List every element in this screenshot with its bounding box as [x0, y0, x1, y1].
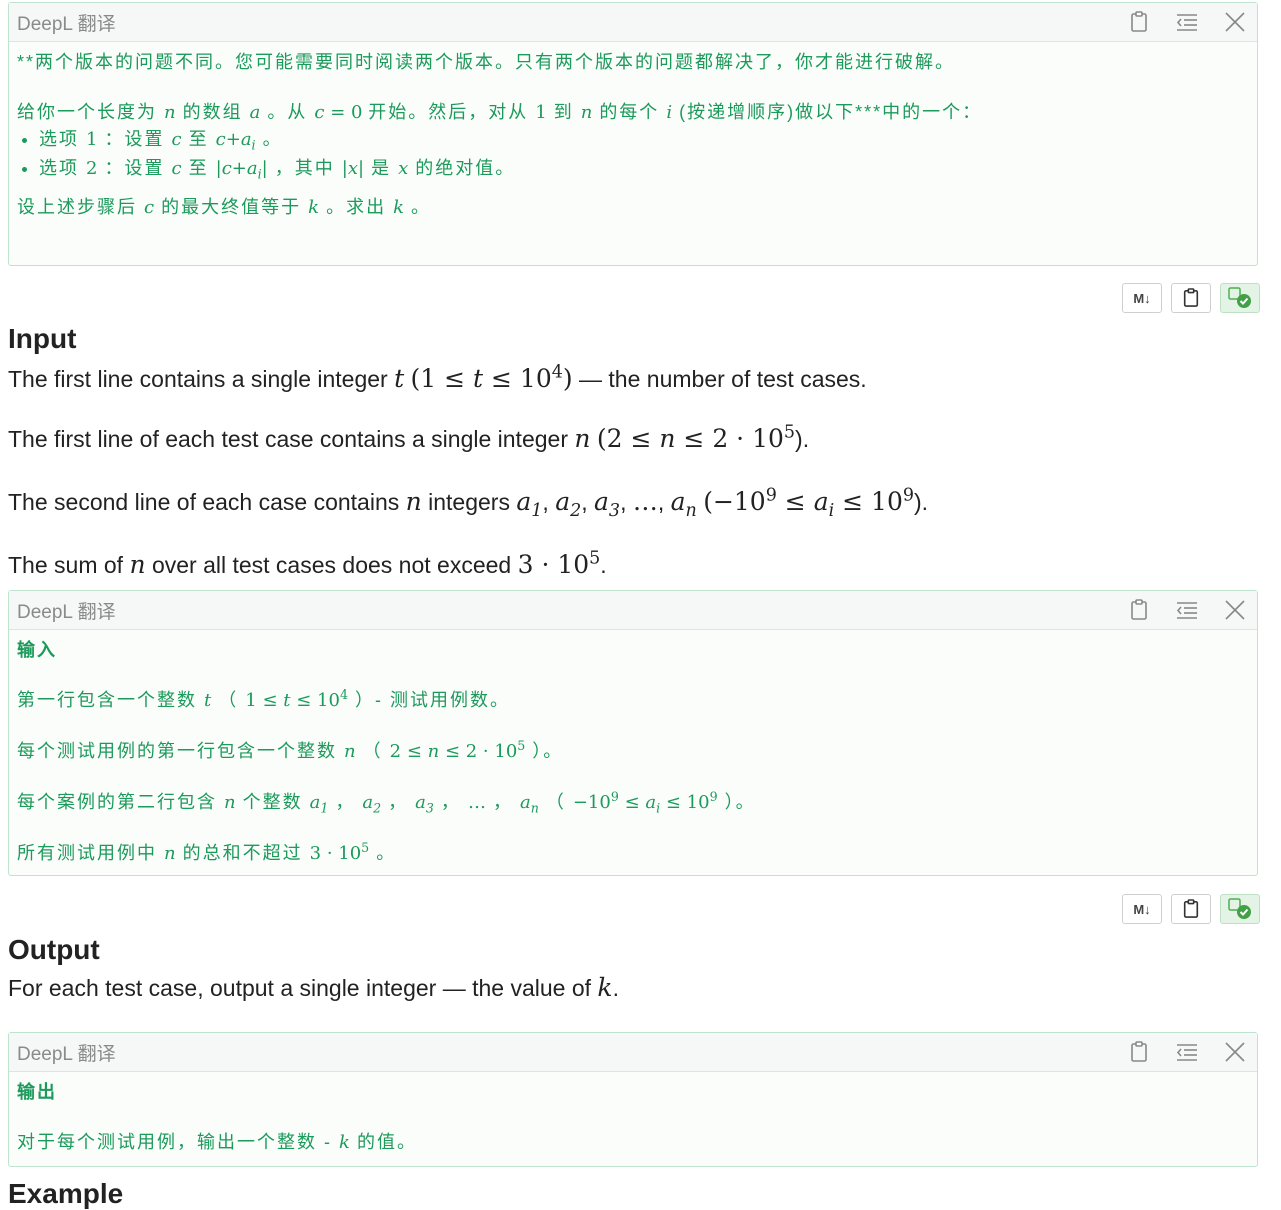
translate-check-icon	[1228, 287, 1251, 308]
translation-box-statement: DeepL 翻译 **两个版本的问题不同。您可能需要同时阅读两个版本。只有两个版…	[8, 2, 1258, 266]
translation-box-tools	[1107, 591, 1251, 629]
collapse-button[interactable]	[1171, 594, 1203, 626]
translation-box-header: DeepL 翻译	[9, 591, 1257, 630]
translation-heading: 输入	[17, 640, 57, 660]
translation-box-tools	[1107, 3, 1251, 41]
list-item: 选项 2 ：设置 c 至 |c+ai| ，其中 |x| 是 x 的绝对值。	[39, 154, 1249, 183]
input-line: The second line of each case contains n …	[8, 485, 929, 521]
close-icon	[1225, 1042, 1245, 1062]
collapse-button[interactable]	[1171, 6, 1203, 38]
input-line: The sum of n over all test cases does no…	[8, 548, 607, 579]
close-button[interactable]	[1219, 594, 1251, 626]
section-title-output: Output	[8, 934, 100, 965]
translation-box-header: DeepL 翻译	[9, 1033, 1257, 1072]
copy-button[interactable]	[1123, 594, 1155, 626]
translation-box-label: DeepL 翻译	[17, 601, 116, 623]
copy-button[interactable]	[1123, 6, 1155, 38]
clipboard-icon	[1183, 899, 1199, 918]
markdown-icon: M↓	[1133, 901, 1151, 917]
translation-box-input: DeepL 翻译 输入 第一行包含一个整数 t （ 1 ≤ t ≤ 104 ）-…	[8, 590, 1258, 876]
copy-button[interactable]	[1171, 283, 1211, 313]
input-line: The first line of each test case contain…	[8, 422, 810, 453]
translation-paragraph: 对于每个测试用例，输出一个整数 - k 的值。	[17, 1132, 417, 1153]
markdown-button[interactable]: M↓	[1122, 894, 1162, 924]
indent-icon	[1176, 1044, 1197, 1061]
translate-button[interactable]	[1220, 894, 1260, 924]
clipboard-icon	[1131, 599, 1147, 620]
translation-paragraph: 每个案例的第二行包含 n 个整数 a1 ， a2 ， a3 ， … ， an （…	[17, 789, 756, 816]
close-icon	[1225, 600, 1245, 620]
copy-button[interactable]	[1171, 894, 1211, 924]
indent-icon	[1176, 602, 1197, 619]
clipboard-icon	[1183, 288, 1199, 307]
translation-box-body: 输出 对于每个测试用例，输出一个整数 - k 的值。	[9, 1072, 1257, 1165]
options-list: 选项 1 ：设置 c 至 c+ai 。 选项 2 ：设置 c 至 |c+ai| …	[17, 125, 1249, 183]
close-icon	[1225, 12, 1245, 32]
translation-box-body: **两个版本的问题不同。您可能需要同时阅读两个版本。只有两个版本的问题都解决了，…	[9, 42, 1257, 230]
translation-heading: 输出	[17, 1082, 57, 1102]
clipboard-icon	[1131, 11, 1147, 32]
section-toolbar: M↓	[1113, 894, 1260, 924]
collapse-button[interactable]	[1171, 1036, 1203, 1068]
translate-check-icon	[1228, 898, 1251, 919]
translation-box-tools	[1107, 1033, 1251, 1071]
copy-button[interactable]	[1123, 1036, 1155, 1068]
translation-paragraph: 每个测试用例的第一行包含一个整数 n （ 2 ≤ n ≤ 2 · 105 ）。	[17, 738, 564, 762]
clipboard-icon	[1131, 1041, 1147, 1062]
close-button[interactable]	[1219, 1036, 1251, 1068]
translation-paragraph: 所有测试用例中 n 的总和不超过 3 · 105 。	[17, 840, 397, 864]
input-line: The first line contains a single integer…	[8, 362, 867, 393]
translation-box-body: 输入 第一行包含一个整数 t （ 1 ≤ t ≤ 104 ）- 测试用例数。 每…	[9, 630, 1257, 876]
translate-button[interactable]	[1220, 283, 1260, 313]
section-title-example: Example	[8, 1178, 124, 1209]
close-button[interactable]	[1219, 6, 1251, 38]
output-line: For each test case, output a single inte…	[8, 973, 619, 1002]
translation-paragraph: 给你一个长度为 n 的数组 a 。从 c = 0 开始。然后，对从 1 到 n …	[17, 102, 983, 123]
markdown-icon: M↓	[1133, 290, 1151, 306]
translation-paragraph: **两个版本的问题不同。您可能需要同时阅读两个版本。只有两个版本的问题都解决了，…	[17, 52, 956, 72]
translation-box-header: DeepL 翻译	[9, 3, 1257, 42]
translation-paragraph: 设上述步骤后 c 的最大终值等于 k 。求出 k 。	[17, 197, 432, 218]
translation-box-output: DeepL 翻译 输出 对于每个测试用例，输出一个整数 - k 的值。	[8, 1032, 1258, 1167]
translation-box-label: DeepL 翻译	[17, 13, 116, 35]
list-item: 选项 1 ：设置 c 至 c+ai 。	[39, 125, 1249, 154]
indent-icon	[1176, 14, 1197, 31]
translation-paragraph: 第一行包含一个整数 t （ 1 ≤ t ≤ 104 ）- 测试用例数。	[17, 687, 510, 711]
section-title-input: Input	[8, 323, 77, 354]
section-toolbar: M↓	[1113, 283, 1260, 313]
translation-box-label: DeepL 翻译	[17, 1043, 116, 1065]
markdown-button[interactable]: M↓	[1122, 283, 1162, 313]
